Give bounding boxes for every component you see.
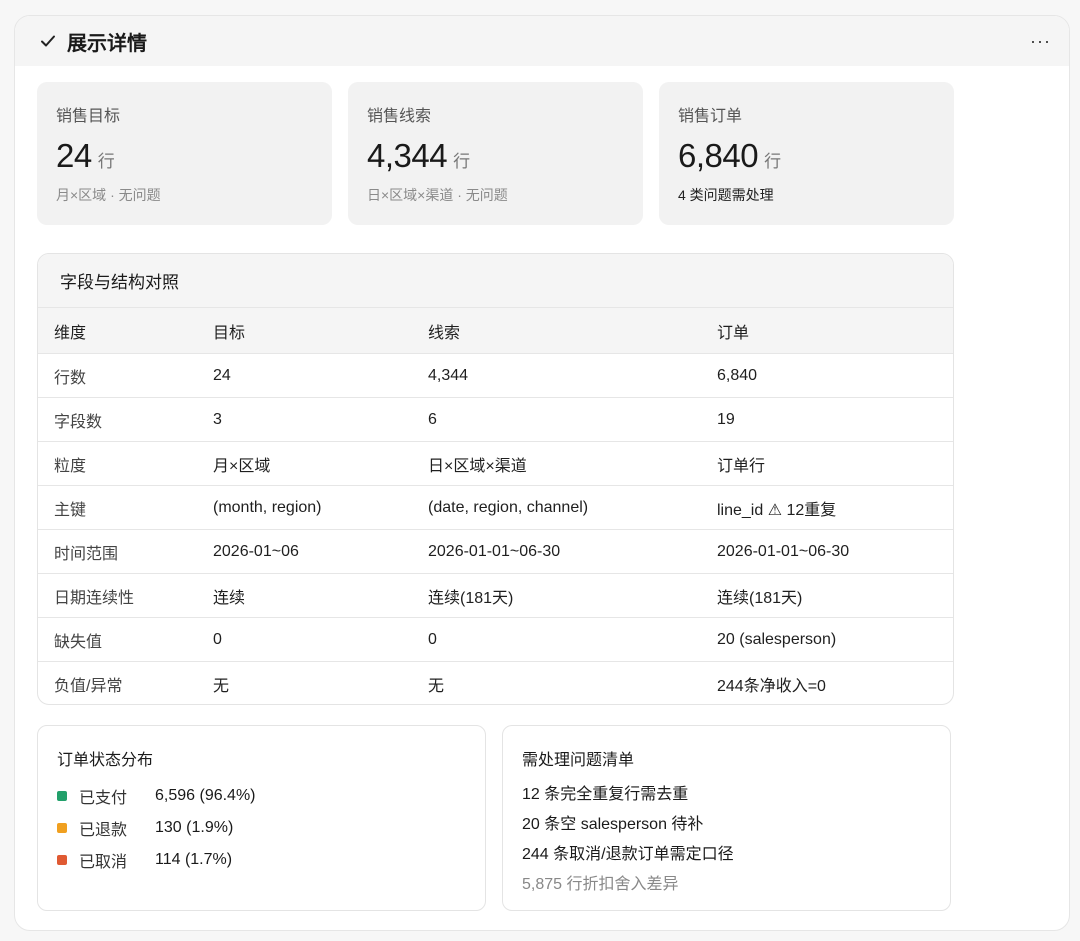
- order-status-title: 订单状态分布: [57, 752, 154, 769]
- table-cell: 4,344: [412, 353, 701, 398]
- row-label: 粒度: [38, 441, 197, 486]
- status-label: 已取消: [79, 854, 128, 871]
- table-cell: 连续: [197, 573, 412, 618]
- status-label: 已支付: [79, 790, 128, 807]
- card-value: 24: [56, 137, 92, 174]
- column-header: 目标: [197, 307, 412, 354]
- status-value: 114 (1.7%): [155, 851, 233, 868]
- summary-card: 销售订单 6,840 行 4 类问题需处理: [659, 82, 954, 225]
- table-cell: 连续(181天): [701, 573, 953, 618]
- comparison-table-card: 字段与结构对照 维度 目标 线索 订单 行数 24 4,344 6,840 字段数 3 6 19 粒度…: [37, 253, 954, 705]
- card-label: 销售目标: [56, 108, 121, 125]
- status-color-dot: [57, 855, 67, 865]
- card-value: 6,840: [678, 137, 759, 174]
- details-panel: 展示详情 ··· 销售目标 24 行月×区域 · 无问题 销售线索 4,344 行日×区域…: [14, 15, 1070, 931]
- card-note: 日×区域×渠道 · 无问题: [367, 187, 508, 203]
- issue-item: 12 条完全重复行需去重: [522, 786, 689, 803]
- table-header-row: 维度 目标 线索 订单: [38, 307, 953, 354]
- card-unit: 行: [453, 152, 471, 171]
- table-cell: (date, region, channel): [412, 485, 701, 530]
- row-label: 主键: [38, 485, 197, 530]
- card-value-row: 4,344 行: [367, 137, 625, 175]
- table-cell: 6,840: [701, 353, 953, 398]
- bottom-section: 订单状态分布 已支付 6,596 (96.4%) 已退款 130 (1.9%) 已取消 1…: [37, 725, 951, 911]
- row-label: 缺失值: [38, 617, 197, 662]
- row-label: 负值/异常: [38, 661, 197, 704]
- order-status-box: 订单状态分布 已支付 6,596 (96.4%) 已退款 130 (1.9%) 已取消 1…: [37, 725, 486, 911]
- summary-cards: 销售目标 24 行月×区域 · 无问题 销售线索 4,344 行日×区域×渠道 · 无问题…: [37, 82, 954, 225]
- summary-card: 销售目标 24 行月×区域 · 无问题: [37, 82, 332, 225]
- status-row: 已支付 6,596 (96.4%): [57, 780, 467, 812]
- table-cell: 连续(181天): [412, 573, 701, 618]
- status-row: 已退款 130 (1.9%): [57, 812, 467, 844]
- card-unit: 行: [764, 152, 782, 171]
- card-value: 4,344: [367, 137, 448, 174]
- status-value: 130 (1.9%): [155, 819, 234, 836]
- table-cell: 订单行: [701, 441, 953, 486]
- card-value-row: 24 行: [56, 137, 314, 175]
- table-cell: 24: [197, 353, 412, 398]
- row-label: 行数: [38, 353, 197, 398]
- card-label: 销售线索: [367, 108, 432, 125]
- comparison-title: 字段与结构对照: [38, 254, 953, 307]
- table-row: 字段数 3 6 19: [38, 397, 953, 442]
- issue-list: 12 条完全重复行需去重 20 条空 salesperson 待补 244 条取消/…: [522, 780, 932, 900]
- table-cell: 19: [701, 397, 953, 442]
- more-horizontal-icon[interactable]: ···: [1030, 32, 1051, 50]
- table-cell: 2026-01-01~06-30: [701, 529, 953, 574]
- check-icon[interactable]: [39, 32, 57, 50]
- table-cell: 0: [412, 617, 701, 662]
- row-label: 时间范围: [38, 529, 197, 574]
- table-row: 缺失值 0 0 20 (salesperson): [38, 617, 953, 662]
- issues-box: 需处理问题清单 12 条完全重复行需去重 20 条空 salesperson 待补…: [502, 725, 951, 911]
- table-cell: 244条净收入=0: [701, 661, 953, 704]
- table-cell: 无: [197, 661, 412, 704]
- table-row: 负值/异常无无 244条净收入=0: [38, 661, 953, 704]
- row-label: 字段数: [38, 397, 197, 442]
- table-cell: 无: [412, 661, 701, 704]
- panel-title: 展示详情: [67, 32, 147, 55]
- issue-item: 20 条空 salesperson 待补: [522, 816, 704, 833]
- status-label: 已退款: [79, 822, 128, 839]
- card-label: 销售订单: [678, 108, 743, 125]
- card-note: 4 类问题需处理: [678, 187, 774, 203]
- table-cell: 月×区域: [197, 441, 412, 486]
- issue-item: 244 条取消/退款订单需定口径: [522, 846, 734, 863]
- column-header: 线索: [412, 307, 701, 354]
- table-cell: 2026-01~06: [197, 529, 412, 574]
- status-value: 6,596 (96.4%): [155, 787, 256, 804]
- status-color-dot: [57, 791, 67, 801]
- status-color-dot: [57, 823, 67, 833]
- table-row: 主键 (month, region) (date, region, channel)…: [38, 485, 953, 530]
- table-row: 粒度 月×区域 日×区域×渠道 订单行: [38, 441, 953, 486]
- card-unit: 行: [97, 152, 115, 171]
- table-cell: line_id ⚠ 12重复: [701, 485, 953, 530]
- table-cell: 20 (salesperson): [701, 617, 953, 662]
- panel-header[interactable]: 展示详情 ···: [15, 16, 1069, 66]
- card-value-row: 6,840 行: [678, 137, 936, 175]
- card-note: 月×区域 · 无问题: [56, 187, 161, 203]
- row-label: 日期连续性: [38, 573, 197, 618]
- table-cell: 日×区域×渠道: [412, 441, 701, 486]
- table-cell: (month, region): [197, 485, 412, 530]
- issue-item: 5,875 行折扣舍入差异: [522, 876, 679, 893]
- table-cell: 3: [197, 397, 412, 442]
- status-row: 已取消 114 (1.7%): [57, 844, 467, 876]
- table-row: 日期连续性 连续 连续(181天) 连续(181天): [38, 573, 953, 618]
- table-cell: 2026-01-01~06-30: [412, 529, 701, 574]
- table-row: 时间范围 2026-01~06 2026-01-01~06-30 2026-01-01…: [38, 529, 953, 574]
- column-header: 维度: [38, 307, 197, 354]
- comparison-table: 维度 目标 线索 订单 行数 24 4,344 6,840 字段数 3 6 19 粒度 月×区域 日×区域…: [38, 307, 953, 704]
- column-header: 订单: [701, 307, 953, 354]
- issues-title: 需处理问题清单: [522, 752, 635, 769]
- summary-card: 销售线索 4,344 行日×区域×渠道 · 无问题: [348, 82, 643, 225]
- table-cell: 6: [412, 397, 701, 442]
- table-row: 行数 24 4,344 6,840: [38, 353, 953, 398]
- table-cell: 0: [197, 617, 412, 662]
- order-status-list: 已支付 6,596 (96.4%) 已退款 130 (1.9%) 已取消 114 (1.7…: [57, 780, 467, 876]
